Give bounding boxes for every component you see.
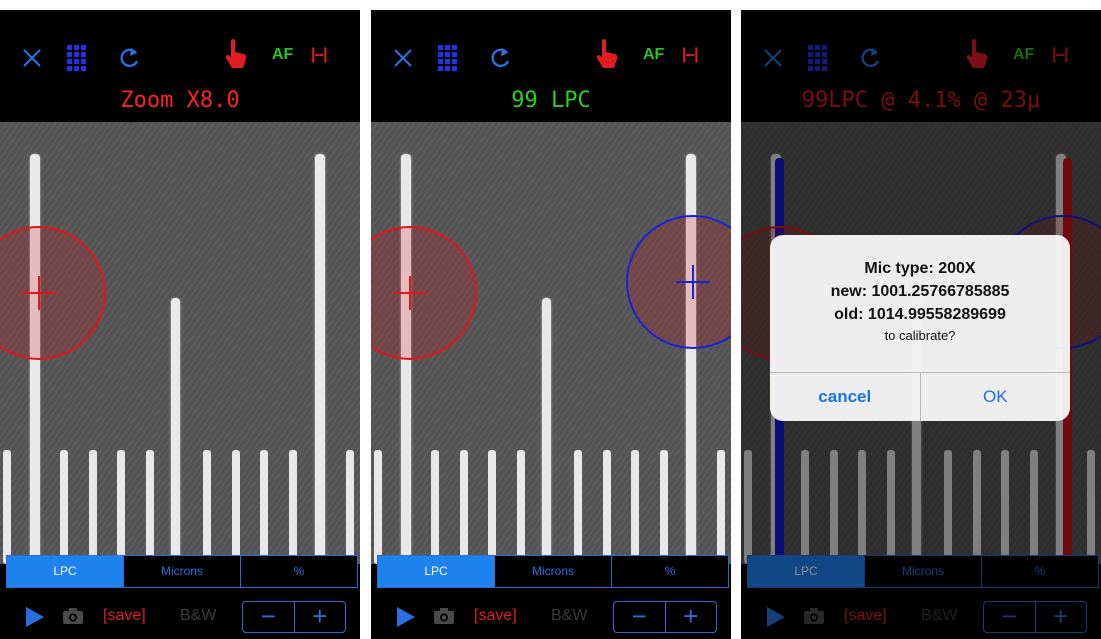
hand-pointer-icon[interactable] [224,38,248,70]
plus-button[interactable]: + [295,602,346,632]
alert-message: to calibrate? [884,328,956,343]
ruler-tick [346,450,354,564]
autofocus-button[interactable]: AF [272,46,293,64]
play-icon[interactable] [24,605,46,629]
ruler-tick [89,450,97,564]
ruler-tick [431,450,439,564]
autofocus-button[interactable]: AF [643,46,664,64]
ruler-mid-line [171,298,180,564]
ruler-long-line [315,154,325,564]
alert-button-row: cancel OK [770,372,1070,421]
screen-panel-3: AF |--| 99LPC @ 4.1% @ 23μ LPC Microns %… [741,10,1101,639]
minus-button[interactable]: − [243,602,295,632]
close-icon[interactable] [22,48,42,68]
plus-button[interactable]: + [666,602,717,632]
save-button[interactable]: [save] [474,607,517,625]
segment-percent[interactable]: % [241,556,357,587]
zoom-stepper: − + [242,601,346,633]
ruler-tick [60,450,68,564]
camera-icon[interactable] [433,607,455,625]
unit-segmented-control: LPC Microns % [377,555,729,588]
save-button[interactable]: [save] [103,607,146,625]
crosshair [38,276,40,310]
alert-old-value: old: 1014.99558289699 [834,306,1006,323]
ruler-tick [146,450,154,564]
measure-cursor-right[interactable] [626,215,731,349]
crosshair [409,276,411,310]
ruler-tick [488,450,496,564]
ruler-tick [117,450,125,564]
refresh-icon[interactable] [489,44,513,70]
microscope-image[interactable] [0,122,360,564]
zoom-stepper: − + [613,601,717,633]
hand-pointer-icon[interactable] [595,38,619,70]
ruler-tick [460,450,468,564]
segment-percent[interactable]: % [612,556,728,587]
screen-panel-1: AF |--| Zoom X8.0 LPC Microns % [save] B… [0,10,360,639]
ruler-tick [289,450,297,564]
measurement-readout: 99 LPC [511,88,591,113]
segment-lpc[interactable]: LPC [378,556,495,587]
ruler-tick [717,450,725,564]
cancel-button[interactable]: cancel [770,373,921,421]
top-toolbar: AF |--| [0,10,360,78]
alert-mic-type: Mic type: 200X [864,260,976,277]
ruler-icon[interactable]: |--| [311,46,328,64]
bottom-toolbar: [save] B&W − + [371,595,731,639]
segment-lpc[interactable]: LPC [7,556,124,587]
ruler-tick [603,450,611,564]
bw-toggle[interactable]: B&W [551,607,587,625]
unit-segmented-control: LPC Microns % [6,555,358,588]
minus-button[interactable]: − [614,602,666,632]
grid-icon[interactable] [437,44,463,72]
measure-cursor-left[interactable] [371,226,477,360]
segment-microns[interactable]: Microns [495,556,612,587]
play-icon[interactable] [395,605,417,629]
crosshair [692,265,694,299]
refresh-icon[interactable] [118,44,142,70]
ruler-mid-line [542,298,551,564]
ruler-tick [374,450,382,564]
alert-new-value: new: 1001.25766785885 [830,283,1010,300]
measurement-readout: Zoom X8.0 [120,88,240,113]
bottom-toolbar: [save] B&W − + [0,595,360,639]
bw-toggle[interactable]: B&W [180,607,216,625]
microscope-image[interactable] [371,122,731,564]
screen-panel-2: AF |--| 99 LPC LPC Microns % [save] B&W … [371,10,731,639]
ruler-tick [260,450,268,564]
measure-cursor-left[interactable] [0,226,106,360]
ruler-tick [660,450,668,564]
ruler-tick [203,450,211,564]
camera-icon[interactable] [62,607,84,625]
segment-microns[interactable]: Microns [124,556,241,587]
top-toolbar: AF |--| [371,10,731,78]
grid-icon[interactable] [66,44,92,72]
ruler-tick [232,450,240,564]
close-icon[interactable] [393,48,413,68]
ruler-tick [517,450,525,564]
ruler-icon[interactable]: |--| [682,46,699,64]
ruler-tick [574,450,582,564]
calibration-alert: Mic type: 200X new: 1001.25766785885 old… [770,235,1070,421]
ruler-tick [631,450,639,564]
ruler-tick [3,450,11,564]
ok-button[interactable]: OK [921,373,1071,421]
